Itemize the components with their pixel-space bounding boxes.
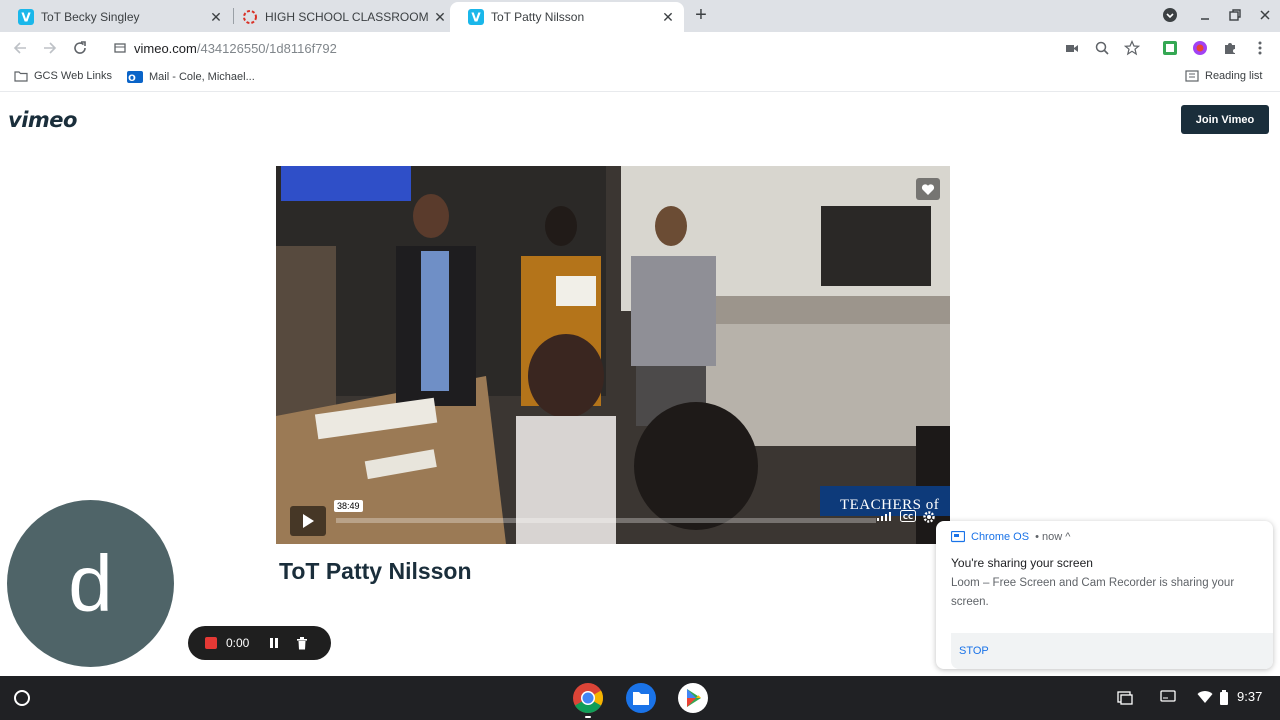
chromeos-shelf: 9:37 [0,676,1280,720]
tab-becky-singley[interactable]: V ToT Becky Singley ✕ [0,2,232,32]
system-clock[interactable]: 9:37 [1237,689,1262,704]
loom-recording-controls: 0:00 [188,626,331,660]
camera-in-use-icon[interactable] [1062,38,1082,58]
bookmark-star-icon[interactable] [1122,38,1142,58]
bookmark-label: Mail - Cole, Michael... [149,71,255,83]
video-controls: 38:49 CC [276,500,950,544]
reading-list-button[interactable]: Reading list [1185,70,1262,82]
loading-icon [242,9,258,25]
notification-source: Chrome OS [971,531,1030,543]
back-icon[interactable] [10,38,30,58]
screen-sharing-notification[interactable]: Chrome OS • now ^ You're sharing your sc… [936,521,1273,669]
loom-camera-bubble[interactable]: d [7,500,174,667]
play-button[interactable] [290,506,326,536]
address-bar[interactable]: vimeo.com/434126550/1d8116f792 [104,35,1164,61]
forward-icon[interactable] [40,38,60,58]
hover-timecode: 38:49 [334,500,363,512]
tab-title: ToT Patty Nilsson [491,10,585,24]
folder-icon [14,70,28,82]
stop-sharing-button[interactable]: STOP [951,633,1273,669]
svg-text:CC: CC [903,513,913,521]
bookmark-mail[interactable]: O Mail - Cole, Michael... [127,70,255,84]
svg-text:V: V [21,11,31,25]
notification-header: Chrome OS • now ^ [951,531,1070,543]
stop-recording-button[interactable] [205,637,217,649]
close-window-icon[interactable] [1256,6,1274,24]
play-store-icon[interactable] [677,682,709,714]
battery-icon[interactable] [1219,690,1229,706]
extensions-puzzle-icon[interactable] [1220,38,1240,58]
tab-strip: V ToT Becky Singley ✕ HIGH SCHOOL CLASSR… [0,0,1280,32]
tab-classroom[interactable]: HIGH SCHOOL CLASSROOM OB: ✕ [224,2,456,32]
chrome-icon[interactable] [572,682,604,714]
extension-color-icon[interactable] [1190,38,1210,58]
captions-icon[interactable]: CC [900,510,916,522]
url-host: vimeo.com [134,40,197,56]
launcher-icon[interactable] [14,690,30,706]
vimeo-icon: V [18,9,34,25]
close-tab-icon[interactable]: ✕ [432,9,448,25]
bookmark-label: GCS Web Links [34,70,113,82]
menu-kebab-icon[interactable] [1250,38,1270,58]
volume-icon[interactable] [876,510,892,522]
close-tab-icon[interactable]: ✕ [208,9,224,25]
tab-patty-nilsson[interactable]: V ToT Patty Nilsson ✕ [450,2,684,32]
notification-time: • now ^ [1035,531,1071,543]
reading-list-icon [1185,70,1199,82]
url-path: /434126550/1d8116f792 [196,40,337,56]
notification-title: You're sharing your screen [951,556,1093,570]
delete-trash-icon[interactable] [296,636,308,650]
video-player[interactable]: TEACHERS of 38:49 CC [276,166,950,544]
reading-list-label: Reading list [1205,70,1263,82]
bookmark-gcs-web-links[interactable]: GCS Web Links [14,70,112,82]
bookmarks-bar: GCS Web Links O Mail - Cole, Michael... … [0,64,1280,92]
account-icon[interactable] [1161,6,1179,24]
cast-icon[interactable] [1160,690,1176,704]
close-tab-icon[interactable]: ✕ [660,9,676,25]
vimeo-logo[interactable]: vimeo [8,108,77,132]
chrome-running-indicator [585,716,591,718]
notification-body: Loom – Free Screen and Cam Recorder is s… [951,577,1235,608]
screen-capture-icon[interactable] [1117,690,1133,706]
avatar-letter: d [68,538,113,628]
extension-green-icon[interactable] [1160,38,1180,58]
zoom-icon[interactable] [1092,38,1112,58]
minimize-icon[interactable] [1196,6,1214,24]
files-icon[interactable] [625,682,657,714]
svg-text:O: O [128,74,136,84]
vimeo-icon: V [468,9,484,25]
restore-icon[interactable] [1226,6,1244,24]
tab-title: ToT Becky Singley [41,10,140,24]
outlook-icon: O [127,70,143,84]
browser-toolbar: vimeo.com/434126550/1d8116f792 [0,32,1280,64]
screen-share-icon [951,531,965,543]
svg-text:V: V [471,11,481,25]
video-progress-bar[interactable] [336,518,876,523]
recording-time: 0:00 [226,636,250,650]
wifi-icon[interactable] [1197,690,1213,704]
reload-icon[interactable] [70,38,90,58]
video-title: ToT Patty Nilsson [279,558,472,584]
site-info-icon[interactable] [114,42,126,54]
settings-gear-icon[interactable] [922,510,936,524]
join-vimeo-button[interactable]: Join Vimeo [1181,105,1269,134]
like-heart-icon[interactable] [916,178,940,200]
tab-title: HIGH SCHOOL CLASSROOM OB: [265,10,432,24]
new-tab-icon[interactable]: + [691,5,711,25]
pause-icon[interactable] [268,637,280,649]
